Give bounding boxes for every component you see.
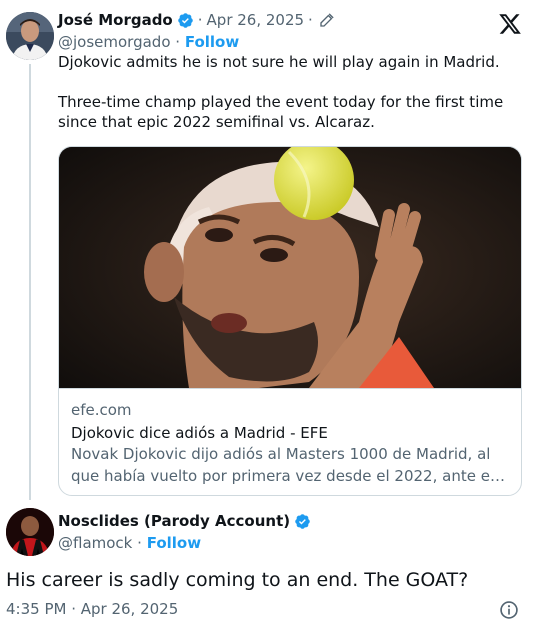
author-handle[interactable]: @josemorgado (58, 33, 171, 51)
pencil-icon[interactable] (319, 12, 335, 28)
x-logo-icon[interactable] (498, 12, 522, 36)
follow-button[interactable]: Follow (185, 33, 239, 51)
quoted-tweet-text: Djokovic admits he is not sure he will p… (58, 52, 528, 132)
separator-dot: · (308, 11, 313, 29)
tweet-timestamp[interactable]: 4:35 PM · Apr 26, 2025 (6, 600, 178, 618)
article-image (59, 147, 521, 388)
separator-dot: · (197, 11, 203, 29)
follow-button[interactable]: Follow (147, 534, 201, 552)
tweet-text-paragraph: Djokovic admits he is not sure he will p… (58, 53, 500, 71)
card-divider (59, 388, 521, 389)
link-preview-card[interactable]: efe.com Djokovic dice adiós a Madrid - E… (58, 146, 522, 496)
link-title: Djokovic dice adiós a Madrid - EFE (71, 424, 328, 442)
thread-connector-line (29, 64, 31, 500)
author-name[interactable]: Nosclides (Parody Account) (58, 512, 290, 530)
main-tweet-header: Nosclides (Parody Account) (58, 512, 311, 530)
tweet-embed-card: José Morgado · Apr 26, 2025 · @josemorga… (0, 0, 548, 631)
separator-dot: · (175, 33, 185, 51)
verified-badge-icon (294, 513, 311, 530)
avatar[interactable] (6, 508, 54, 556)
avatar[interactable] (6, 12, 54, 60)
quoted-handle-row: @josemorgado · Follow (58, 33, 239, 51)
separator-dot: · (137, 534, 147, 552)
author-name[interactable]: José Morgado (58, 11, 173, 29)
author-handle[interactable]: @flamock (58, 534, 132, 552)
info-icon[interactable] (499, 600, 519, 620)
quoted-tweet-header: José Morgado · Apr 26, 2025 · (58, 11, 335, 29)
link-description: Novak Djokovic dijo adiós al Masters 100… (71, 445, 505, 485)
tweet-date[interactable]: Apr 26, 2025 (207, 11, 305, 29)
link-domain: efe.com (71, 401, 132, 419)
tweet-text: His career is sadly coming to an end. Th… (6, 569, 469, 591)
tweet-text-paragraph: Three-time champ played the event today … (58, 93, 504, 131)
verified-badge-icon (177, 12, 194, 29)
main-handle-row: @flamock · Follow (58, 534, 201, 552)
